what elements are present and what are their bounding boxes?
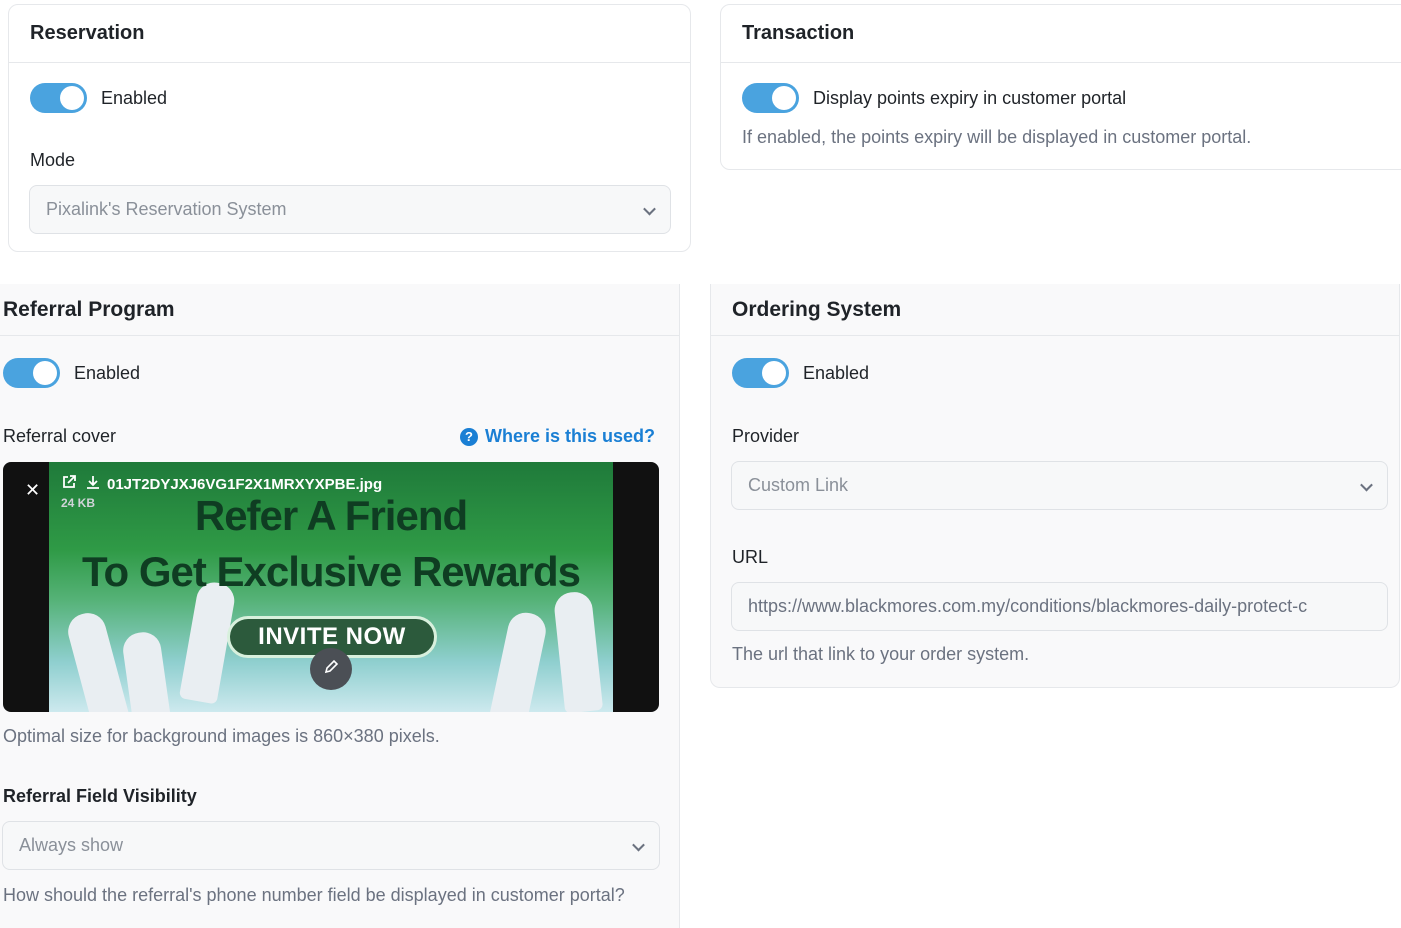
referral-visibility-help: How should the referral's phone number f… bbox=[3, 885, 625, 905]
referral-enabled-toggle[interactable] bbox=[3, 358, 60, 388]
where-used-link[interactable]: ? Where is this used? bbox=[460, 426, 655, 447]
points-expiry-label: Display points expiry in customer portal bbox=[813, 87, 1127, 108]
mode-select[interactable]: Pixalink's Reservation System bbox=[29, 185, 671, 234]
url-help: The url that link to your order system. bbox=[732, 644, 1030, 664]
ordering-toggle-label: Enabled bbox=[803, 362, 870, 383]
referral-toggle-label: Enabled bbox=[74, 362, 141, 383]
cover-headline-1: Refer A Friend bbox=[194, 492, 468, 539]
provider-select[interactable]: Custom Link bbox=[731, 461, 1388, 510]
transaction-title: Transaction bbox=[721, 5, 1401, 63]
cover-headline-2: To Get Exclusive Rewards bbox=[81, 548, 581, 595]
referral-visibility-value: Always show bbox=[19, 835, 124, 855]
points-expiry-help: If enabled, the points expiry will be di… bbox=[742, 127, 1252, 147]
pencil-icon bbox=[323, 659, 339, 680]
url-input-value: https://www.blackmores.com.my/conditions… bbox=[748, 596, 1308, 616]
mode-select-value: Pixalink's Reservation System bbox=[46, 199, 287, 219]
points-expiry-toggle[interactable] bbox=[742, 83, 799, 113]
reservation-card: Reservation Enabled Mode Pixalink's Rese… bbox=[8, 4, 691, 252]
referral-visibility-select[interactable]: Always show bbox=[2, 821, 660, 870]
provider-select-value: Custom Link bbox=[748, 475, 849, 495]
where-used-link-text: Where is this used? bbox=[485, 426, 656, 446]
url-label: URL bbox=[732, 547, 769, 567]
file-size: 24 KB bbox=[61, 496, 96, 510]
referral-visibility-label: Referral Field Visibility bbox=[3, 786, 197, 806]
chevron-down-icon bbox=[1360, 478, 1373, 491]
transaction-card: Transaction Display points expiry in cus… bbox=[720, 4, 1401, 170]
download-icon[interactable] bbox=[85, 474, 101, 494]
chevron-down-icon bbox=[632, 838, 645, 851]
referral-cover-label: Referral cover bbox=[3, 426, 117, 446]
edit-image-button[interactable] bbox=[310, 648, 352, 690]
cover-size-help: Optimal size for background images is 86… bbox=[3, 726, 440, 746]
ordering-enabled-toggle[interactable] bbox=[732, 358, 789, 388]
file-info: 01JT2DYJXJ6VG1F2X1MRXYXPBE.jpg bbox=[61, 474, 382, 494]
mode-label: Mode bbox=[30, 150, 76, 170]
chevron-down-icon bbox=[643, 202, 656, 215]
referral-program-title: Referral Program bbox=[0, 284, 680, 336]
provider-label: Provider bbox=[732, 426, 800, 446]
ordering-system-title: Ordering System bbox=[711, 284, 1399, 336]
file-name: 01JT2DYJXJ6VG1F2X1MRXYXPBE.jpg bbox=[107, 475, 383, 493]
reservation-toggle-label: Enabled bbox=[101, 87, 168, 108]
referral-cover-preview: Refer A Friend To Get Exclusive Rewards … bbox=[3, 462, 659, 712]
url-input[interactable]: https://www.blackmores.com.my/conditions… bbox=[731, 582, 1388, 631]
open-external-icon[interactable] bbox=[61, 474, 77, 494]
remove-file-close-icon[interactable]: ✕ bbox=[25, 480, 40, 501]
reservation-enabled-toggle[interactable] bbox=[30, 83, 87, 113]
help-circle-icon: ? bbox=[460, 427, 478, 446]
reservation-title: Reservation bbox=[9, 5, 690, 63]
